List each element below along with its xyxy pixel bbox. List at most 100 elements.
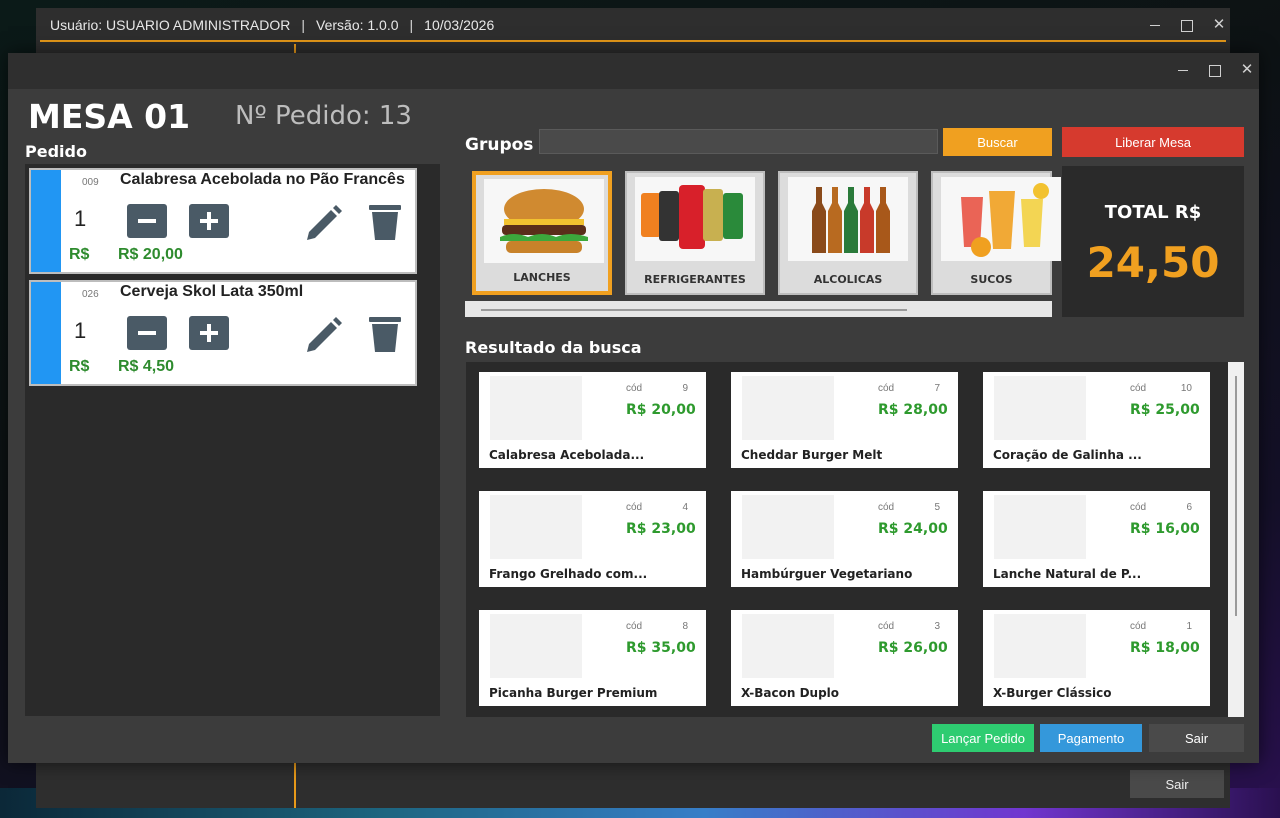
- titlebar-accent-line: [40, 40, 1226, 42]
- product-cod-label: cód: [878, 383, 895, 394]
- date-label: 10/03/2026: [424, 17, 495, 33]
- product-card[interactable]: cód 9 R$ 20,00 Calabresa Acebolada...: [479, 372, 706, 468]
- minimize-icon[interactable]: [1148, 18, 1162, 32]
- order-item-currency: R$: [69, 246, 90, 263]
- product-card[interactable]: cód 10 R$ 25,00 Coração de Galinha ...: [983, 372, 1210, 468]
- product-cod-label: cód: [1130, 621, 1147, 632]
- product-cod: 1: [1186, 621, 1192, 632]
- order-item-code: 009: [82, 177, 99, 188]
- decrease-qty-button[interactable]: [127, 316, 167, 350]
- group-card-alcolicas[interactable]: ALCOLICAS: [778, 171, 918, 295]
- burger-icon: [484, 179, 604, 263]
- soda-cans-icon: [635, 177, 755, 261]
- separator: |: [301, 17, 306, 33]
- minus-icon: [138, 331, 156, 335]
- order-item-code: 026: [82, 289, 99, 300]
- product-card[interactable]: cód 7 R$ 28,00 Cheddar Burger Melt: [731, 372, 958, 468]
- groups-strip: LANCHES REFRIGERANTES ALCOLICAS SUCOS: [465, 166, 1061, 318]
- product-cod-label: cód: [878, 502, 895, 513]
- liberar-mesa-button[interactable]: Liberar Mesa: [1062, 127, 1244, 157]
- pagamento-button[interactable]: Pagamento: [1040, 724, 1142, 752]
- grupos-heading: Grupos: [465, 135, 534, 155]
- dialog-window-controls: ✕: [1176, 53, 1254, 87]
- product-image: [742, 614, 834, 678]
- product-cod-label: cód: [626, 502, 643, 513]
- edit-pencil-icon[interactable]: [301, 314, 345, 354]
- increase-qty-button[interactable]: [189, 316, 229, 350]
- grupos-search-input[interactable]: [539, 129, 938, 154]
- product-cod: 5: [934, 502, 940, 513]
- product-name: X-Bacon Duplo: [741, 686, 840, 700]
- order-item-price: R$ 20,00: [118, 246, 183, 263]
- product-card[interactable]: cód 4 R$ 23,00 Frango Grelhado com...: [479, 491, 706, 587]
- order-item-qty: 1: [74, 206, 87, 231]
- scrollbar-thumb[interactable]: [1235, 376, 1237, 616]
- product-card[interactable]: cód 5 R$ 24,00 Hambúrguer Vegetariano: [731, 491, 958, 587]
- plus-icon: [200, 324, 218, 342]
- group-label: LANCHES: [513, 271, 571, 284]
- product-cod: 8: [682, 621, 688, 632]
- main-window-controls: ✕: [1148, 8, 1226, 42]
- product-image: [994, 495, 1086, 559]
- product-image: [742, 376, 834, 440]
- close-icon[interactable]: ✕: [1212, 17, 1226, 32]
- product-price: R$ 16,00: [1130, 521, 1200, 537]
- product-image: [994, 376, 1086, 440]
- group-label: SUCOS: [970, 273, 1013, 286]
- product-price: R$ 25,00: [1130, 402, 1200, 418]
- groups-scrollbar[interactable]: [465, 301, 1052, 317]
- product-name: Hambúrguer Vegetariano: [741, 567, 913, 581]
- pedido-number: Nº Pedido: 13: [235, 101, 412, 131]
- main-sair-button[interactable]: Sair: [1130, 770, 1224, 798]
- product-name: Picanha Burger Premium: [489, 686, 658, 700]
- product-card[interactable]: cód 6 R$ 16,00 Lanche Natural de P...: [983, 491, 1210, 587]
- product-image: [490, 614, 582, 678]
- close-icon[interactable]: ✕: [1240, 62, 1254, 77]
- group-card-lanches[interactable]: LANCHES: [472, 171, 612, 295]
- product-card[interactable]: cód 1 R$ 18,00 X-Burger Clássico: [983, 610, 1210, 706]
- increase-qty-button[interactable]: [189, 204, 229, 238]
- product-name: Cheddar Burger Melt: [741, 448, 883, 462]
- product-card[interactable]: cód 3 R$ 26,00 X-Bacon Duplo: [731, 610, 958, 706]
- product-cod-label: cód: [626, 621, 643, 632]
- order-item: 009 Calabresa Acebolada no Pão Francês 1…: [29, 168, 417, 274]
- group-card-refrigerantes[interactable]: REFRIGERANTES: [625, 171, 765, 295]
- product-name: Lanche Natural de P...: [993, 567, 1142, 581]
- trash-icon[interactable]: [365, 202, 405, 242]
- version-label: Versão: 1.0.0: [316, 17, 399, 33]
- user-label: Usuário: USUARIO ADMINISTRADOR: [50, 17, 291, 33]
- order-item-name: Cerveja Skol Lata 350ml: [120, 283, 304, 300]
- product-name: X-Burger Clássico: [993, 686, 1112, 700]
- maximize-icon[interactable]: [1180, 18, 1194, 32]
- product-cod-label: cód: [626, 383, 643, 394]
- total-value: 24,50: [1086, 238, 1220, 287]
- trash-icon[interactable]: [365, 314, 405, 354]
- lancar-pedido-button[interactable]: Lançar Pedido: [932, 724, 1034, 752]
- product-price: R$ 35,00: [626, 640, 696, 656]
- product-cod: 10: [1180, 383, 1192, 394]
- product-price: R$ 24,00: [878, 521, 948, 537]
- results-scrollbar[interactable]: [1228, 362, 1244, 717]
- order-item-price: R$ 4,50: [118, 358, 175, 375]
- scrollbar-thumb[interactable]: [481, 309, 907, 311]
- order-item-name: Calabresa Acebolada no Pão Francês: [120, 171, 405, 188]
- minimize-icon[interactable]: [1176, 63, 1190, 77]
- total-label: TOTAL R$: [1104, 202, 1202, 223]
- main-titlebar: Usuário: USUARIO ADMINISTRADOR | Versão:…: [36, 8, 1230, 42]
- product-image: [994, 614, 1086, 678]
- sair-button[interactable]: Sair: [1149, 724, 1244, 752]
- product-cod: 3: [934, 621, 940, 632]
- plus-icon: [200, 212, 218, 230]
- product-cod: 9: [682, 383, 688, 394]
- product-price: R$ 28,00: [878, 402, 948, 418]
- separator: |: [409, 17, 414, 33]
- beer-bottles-icon: [788, 177, 908, 261]
- decrease-qty-button[interactable]: [127, 204, 167, 238]
- product-card[interactable]: cód 8 R$ 35,00 Picanha Burger Premium: [479, 610, 706, 706]
- product-price: R$ 26,00: [878, 640, 948, 656]
- group-card-sucos[interactable]: SUCOS: [931, 171, 1061, 295]
- buscar-button[interactable]: Buscar: [943, 128, 1052, 156]
- mesa-dialog: ✕ MESA 01 Nº Pedido: 13 Pedido 009 Calab…: [8, 53, 1259, 763]
- maximize-icon[interactable]: [1208, 63, 1222, 77]
- edit-pencil-icon[interactable]: [301, 202, 345, 242]
